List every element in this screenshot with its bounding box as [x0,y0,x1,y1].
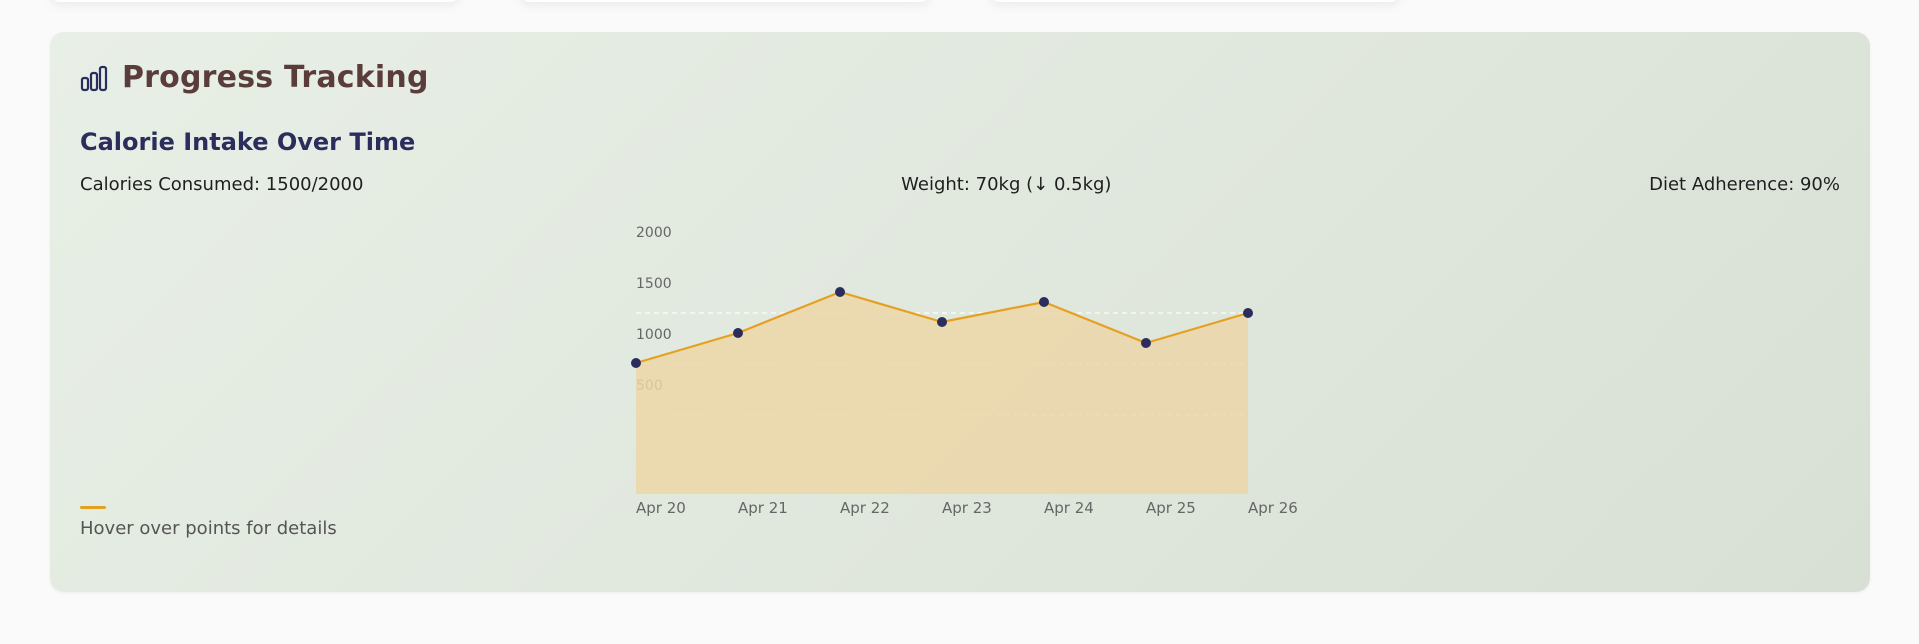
weight-stat: Weight: 70kg (↓ 0.5kg) [901,174,1112,195]
section-title: Progress Tracking [122,60,429,95]
calorie-chart: 200015001000500Apr 20Apr 21Apr 22Apr 23A… [570,220,1450,520]
data-point [937,317,947,327]
x-tick-label: Apr 20 [636,499,686,517]
x-tick-label: Apr 25 [1146,499,1196,517]
top-strip [0,0,1919,6]
data-point [1141,338,1151,348]
data-point [835,287,845,297]
card-header: Progress Tracking [80,60,429,95]
calorie-chart-svg: 200015001000500Apr 20Apr 21Apr 22Apr 23A… [631,225,1298,517]
data-point [1039,297,1049,307]
top-card-edge [990,0,1400,2]
top-card-edge [520,0,930,2]
x-tick-label: Apr 26 [1248,499,1298,517]
progress-tracking-card: Progress Tracking Calorie Intake Over Ti… [50,32,1870,592]
calories-stat: Calories Consumed: 1500/2000 [80,174,364,195]
x-tick-label: Apr 23 [942,499,992,517]
x-tick-label: Apr 22 [840,499,890,517]
x-tick-label: Apr 24 [1044,499,1094,517]
adherence-stat: Diet Adherence: 90% [1649,174,1840,195]
y-tick-label: 1000 [636,327,672,343]
y-tick-label: 2000 [636,225,672,241]
x-tick-label: Apr 21 [738,499,788,517]
hover-hint: Hover over points for details [80,518,337,539]
top-card-edge [50,0,460,2]
data-point [1243,308,1253,318]
legend-swatch [80,506,106,509]
legend [80,506,106,509]
stats-row: Calories Consumed: 1500/2000 Weight: 70k… [80,174,1840,195]
data-point [733,328,743,338]
data-point [631,358,641,368]
y-tick-label: 1500 [636,276,672,292]
chart-title: Calorie Intake Over Time [80,128,416,156]
bar-chart-icon [80,64,108,92]
